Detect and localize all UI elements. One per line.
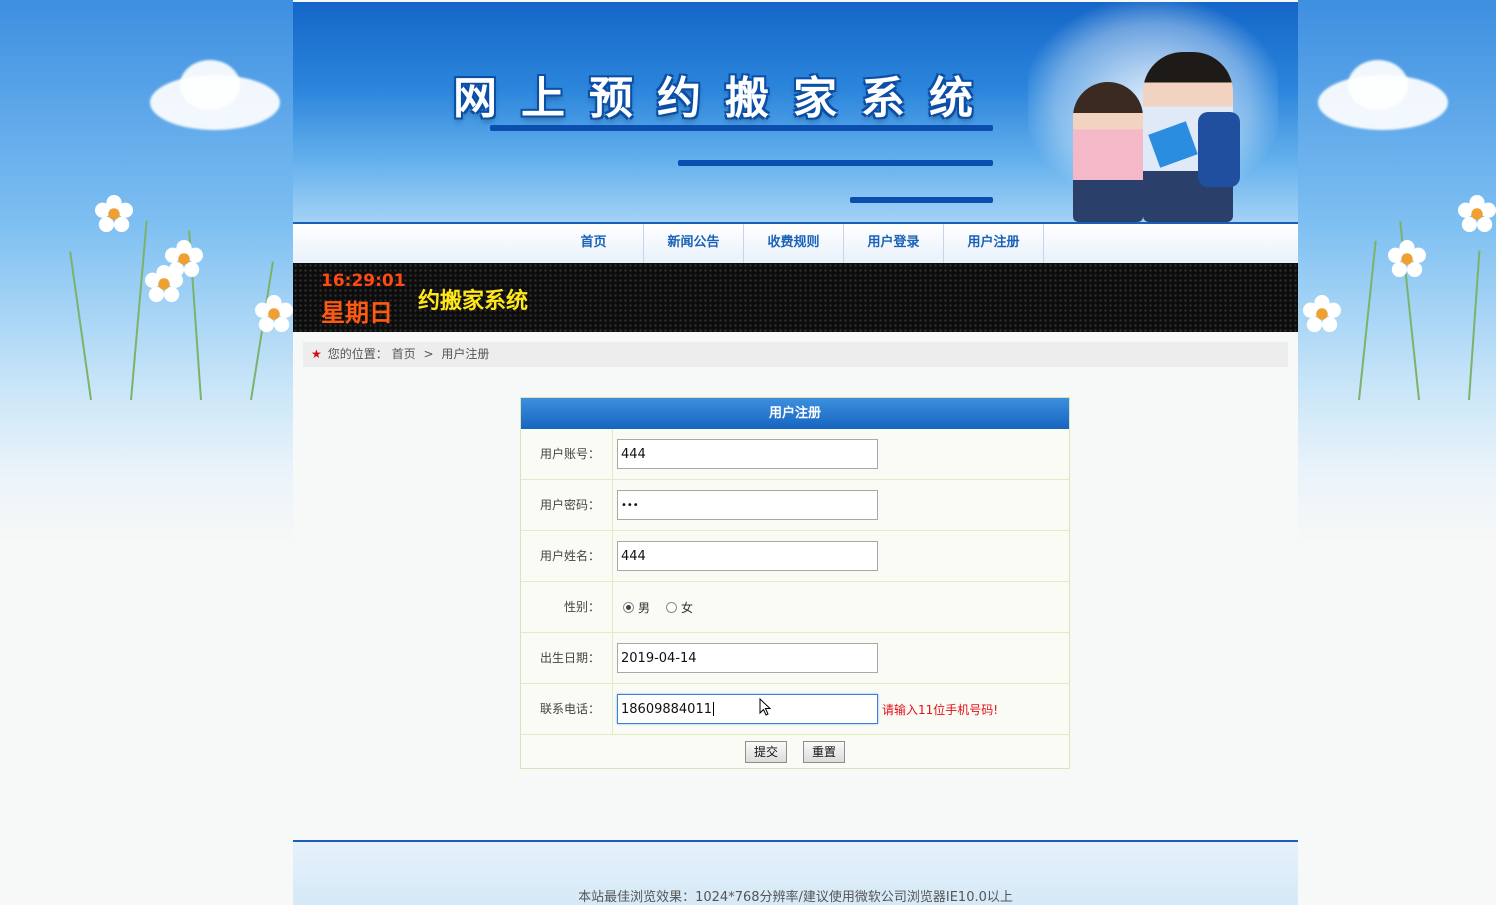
name-row: 用户姓名： 444 xyxy=(521,531,1069,582)
marquee-text: 约搬家系统 xyxy=(418,289,529,314)
radio-checked-icon xyxy=(623,601,634,613)
breadcrumb: ★ 您的位置： 首页 > 用户注册 xyxy=(303,342,1288,367)
page-container: 网上预约搬家系统 首页 新闻公告 收费规则 用户登录 用户注册 16:29:01… xyxy=(293,0,1298,905)
nav-item-home[interactable]: 首页 xyxy=(544,224,644,263)
radio-unchecked-icon xyxy=(666,601,678,613)
account-input[interactable]: 444 xyxy=(617,439,878,469)
left-decoration xyxy=(0,0,293,460)
nav-item-register[interactable]: 用户注册 xyxy=(944,224,1044,263)
gender-male-radio[interactable]: 男 xyxy=(623,599,650,616)
phone-input-value: 18609884011 xyxy=(621,701,712,717)
account-label: 用户账号： xyxy=(521,429,613,479)
backpack-image xyxy=(1198,112,1240,187)
register-form: 用户注册 用户账号： 444 用户密码： ••• 用户姓名： 444 性别： 男… xyxy=(520,397,1070,769)
birthday-label: 出生日期： xyxy=(521,633,613,683)
phone-label: 联系电话： xyxy=(521,684,613,734)
flower-icon xyxy=(1303,295,1341,333)
flower-icon xyxy=(1458,195,1496,233)
phone-row: 联系电话： 18609884011 请输入11位手机号码! xyxy=(521,684,1069,735)
breadcrumb-home-link[interactable]: 首页 xyxy=(392,347,416,361)
password-input[interactable]: ••• xyxy=(617,490,878,520)
flower-icon xyxy=(95,195,133,233)
site-title: 网上预约搬家系统 xyxy=(453,73,997,124)
form-actions: 提交 重置 xyxy=(521,735,1069,768)
clock-time: 16:29:01 xyxy=(321,271,406,291)
phone-error-message: 请输入11位手机号码! xyxy=(882,702,999,717)
mouse-cursor-icon xyxy=(759,698,771,716)
phone-input[interactable]: 18609884011 xyxy=(617,694,878,724)
submit-button[interactable]: 提交 xyxy=(744,740,787,763)
birthday-row: 出生日期： 2019-04-14 xyxy=(521,633,1069,684)
gender-female-label: 女 xyxy=(681,600,694,615)
site-banner: 网上预约搬家系统 xyxy=(293,2,1298,222)
password-label: 用户密码： xyxy=(521,480,613,530)
nav-item-login[interactable]: 用户登录 xyxy=(844,224,944,263)
birthday-input[interactable]: 2019-04-14 xyxy=(617,643,878,673)
footer-text: 本站最佳浏览效果：1024*768分辨率/建议使用微软公司浏览器IE10.0以上 xyxy=(578,890,1013,905)
breadcrumb-current: 用户注册 xyxy=(441,347,490,361)
clock-weekday: 星期日 xyxy=(321,299,393,327)
banner-stripe xyxy=(850,197,993,203)
name-input[interactable]: 444 xyxy=(617,541,878,571)
account-row: 用户账号： 444 xyxy=(521,429,1069,480)
gender-male-label: 男 xyxy=(638,600,651,615)
nav-item-news[interactable]: 新闻公告 xyxy=(644,224,744,263)
led-display: 16:29:01 星期日 约搬家系统 xyxy=(293,263,1298,332)
form-title: 用户注册 xyxy=(521,398,1069,429)
gender-row: 性别： 男 女 xyxy=(521,582,1069,633)
nav-item-fees[interactable]: 收费规则 xyxy=(744,224,844,263)
banner-stripe xyxy=(490,125,993,131)
banner-stripe xyxy=(678,160,993,166)
flower-icon xyxy=(255,295,293,333)
breadcrumb-separator: > xyxy=(423,347,434,361)
gender-female-radio[interactable]: 女 xyxy=(666,599,693,616)
main-nav: 首页 新闻公告 收费规则 用户登录 用户注册 xyxy=(293,222,1298,263)
student-girl-image xyxy=(1073,82,1143,222)
flower-icon xyxy=(145,265,183,303)
name-label: 用户姓名： xyxy=(521,531,613,581)
reset-button[interactable]: 重置 xyxy=(803,740,846,763)
star-icon: ★ xyxy=(311,347,322,361)
site-footer: 本站最佳浏览效果：1024*768分辨率/建议使用微软公司浏览器IE10.0以上 xyxy=(293,840,1298,905)
breadcrumb-prefix: 您的位置： xyxy=(327,347,388,361)
password-row: 用户密码： ••• xyxy=(521,480,1069,531)
flower-icon xyxy=(1388,240,1426,278)
right-decoration xyxy=(1298,0,1496,460)
gender-label: 性别： xyxy=(521,582,613,632)
